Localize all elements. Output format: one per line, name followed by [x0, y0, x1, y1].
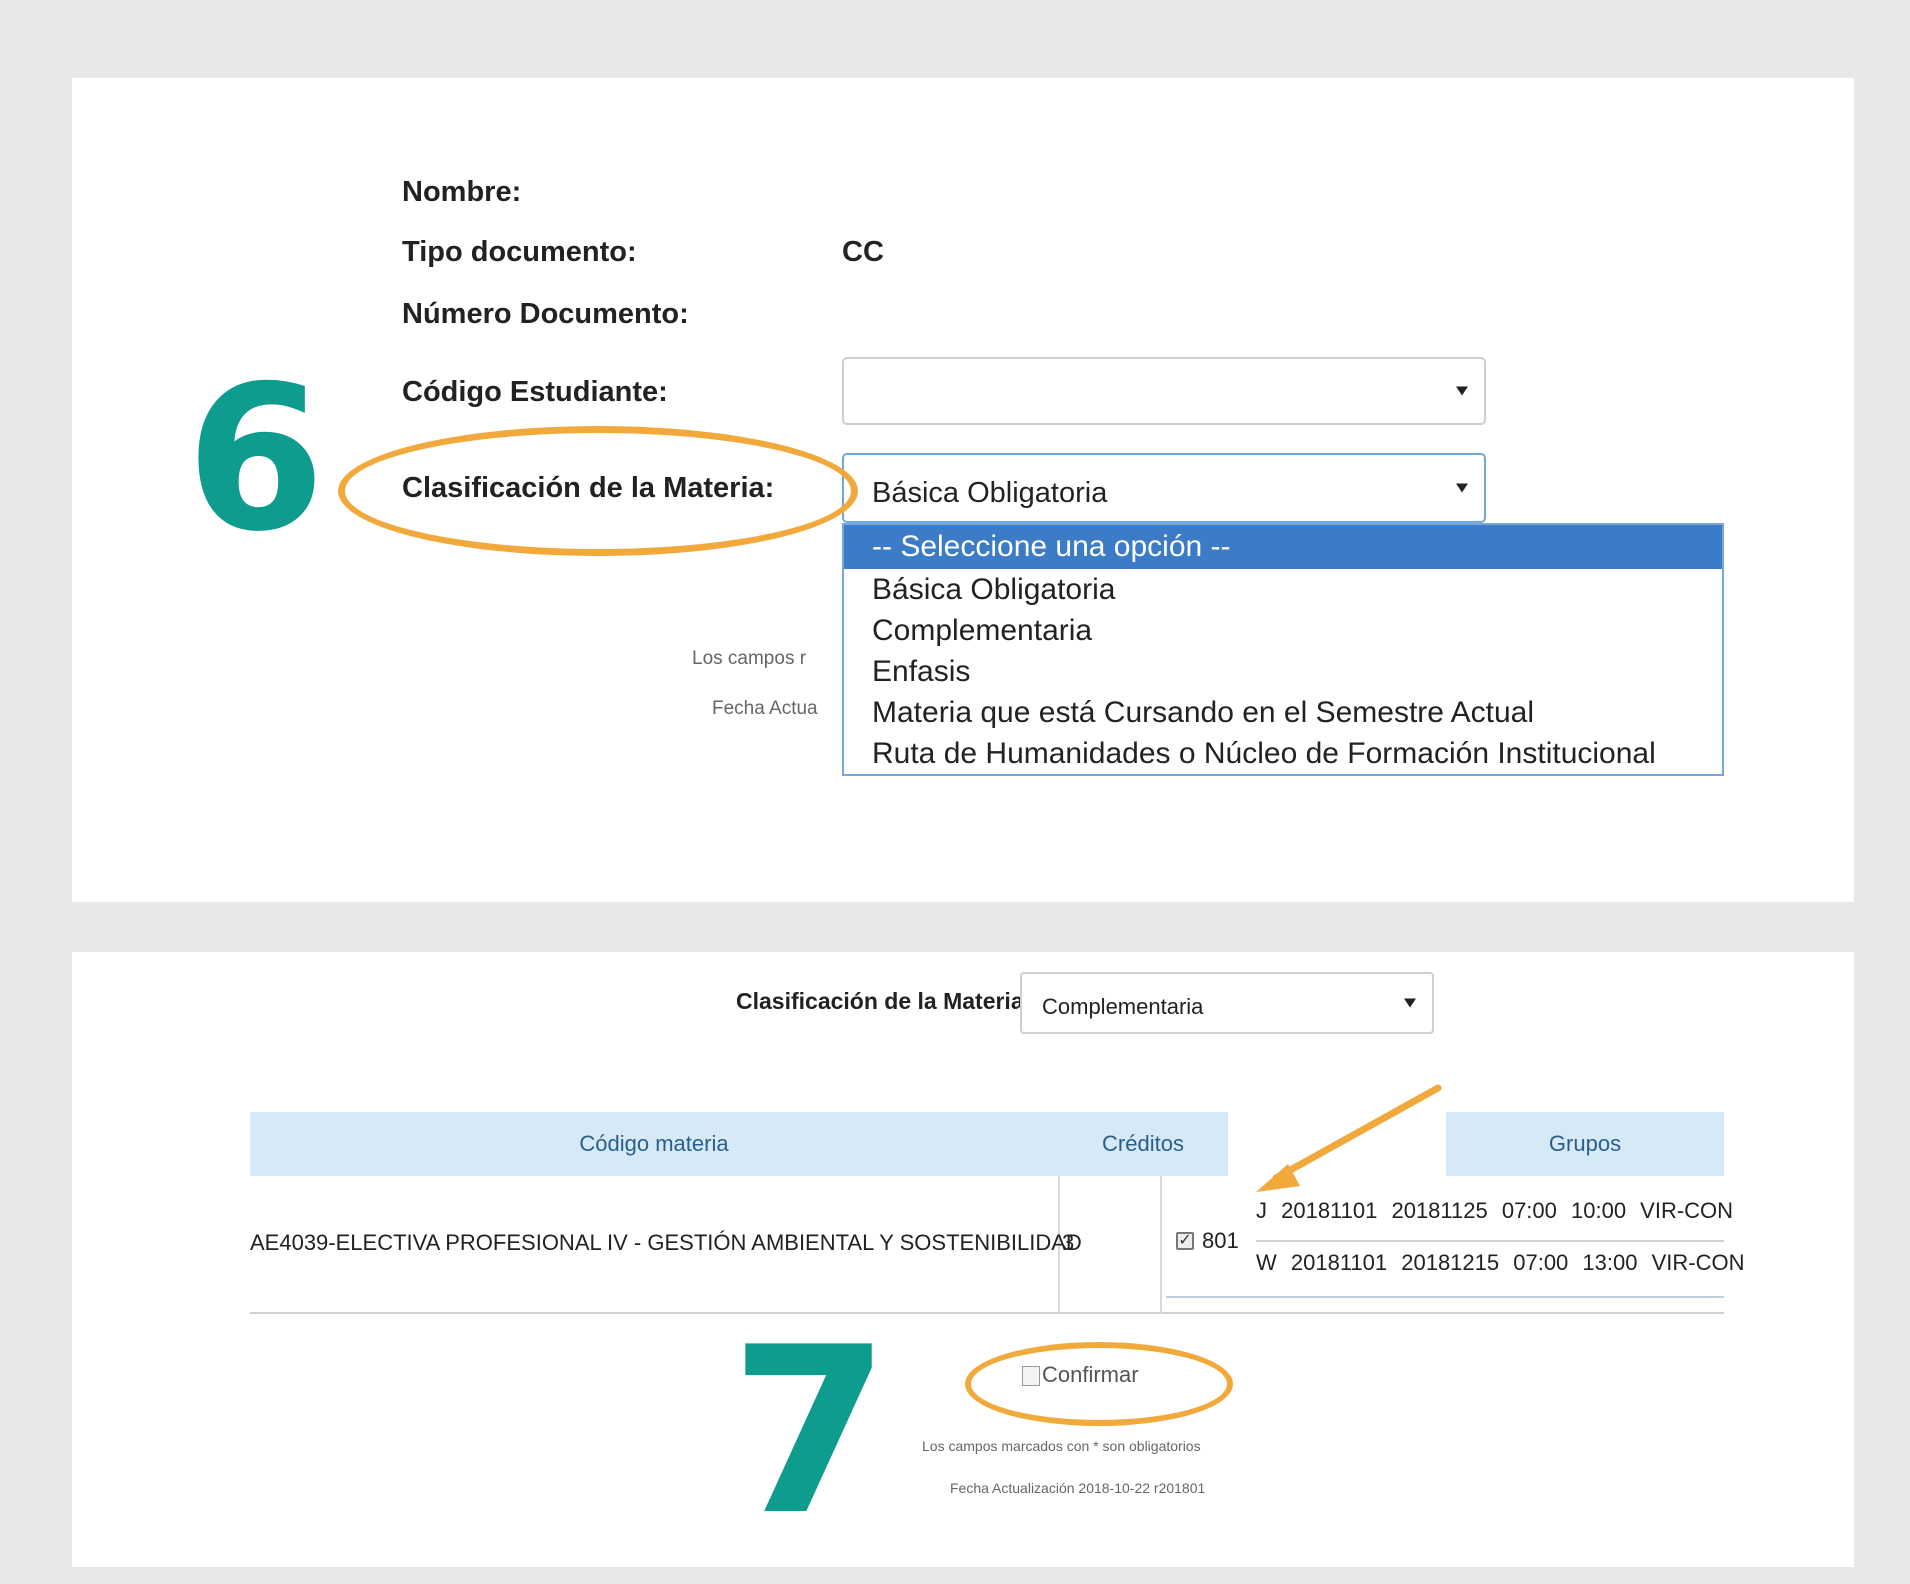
dropdown-option-materia-cursando[interactable]: Materia que está Cursando en el Semestre… — [844, 692, 1722, 733]
numero-documento-label: Número Documento: — [402, 298, 689, 330]
dropdown-option-ruta-humanidades[interactable]: Ruta de Humanidades o Núcleo de Formació… — [844, 733, 1722, 774]
chevron-down-icon — [1404, 998, 1416, 1008]
tipo-documento-label: Tipo documento: — [402, 236, 637, 268]
cell-creditos: 3 — [1062, 1230, 1075, 1255]
schedule-divider — [1256, 1240, 1724, 1242]
column-header-grupos: Grupos — [1446, 1112, 1724, 1176]
update-date-note-partial: Fecha Actua — [712, 698, 818, 719]
step-number-7: 7 — [730, 1299, 891, 1566]
column-header-codigo: Código materia — [250, 1112, 1058, 1176]
clasificacion-select[interactable]: Básica Obligatoria — [842, 453, 1486, 523]
cell-codigo-materia: AE4039-ELECTIVA PROFESIONAL IV - GESTIÓN… — [250, 1230, 1082, 1255]
step-number-6: 6 — [186, 343, 326, 576]
schedule-row: W 20181101 20181215 07:00 13:00 VIR-CON — [1256, 1250, 1745, 1275]
dropdown-option-placeholder[interactable]: -- Seleccione una opción -- — [844, 525, 1722, 569]
highlight-ellipse-clasificacion — [338, 426, 858, 556]
clasificacion-select-2[interactable]: Complementaria — [1020, 972, 1434, 1034]
nombre-label: Nombre: — [402, 176, 522, 208]
highlight-ellipse-confirmar — [965, 1342, 1233, 1426]
group-id: 801 — [1202, 1228, 1239, 1253]
clasificacion-label-2: Clasificación de la Materia: — [736, 988, 1032, 1014]
group-divider — [1166, 1296, 1724, 1298]
dropdown-option-basica[interactable]: Básica Obligatoria — [844, 569, 1722, 610]
update-date-note: Fecha Actualización 2018-10-22 r201801 — [950, 1480, 1206, 1496]
group-checkbox[interactable]: ✓ — [1176, 1232, 1194, 1250]
codigo-estudiante-label: Código Estudiante: — [402, 376, 668, 408]
pointer-arrow-icon — [1256, 1084, 1442, 1192]
clasificacion-select-value: Básica Obligatoria — [872, 477, 1108, 509]
chevron-down-icon — [1456, 483, 1468, 493]
clasificacion-dropdown-list: -- Seleccione una opción -- Básica Oblig… — [842, 523, 1724, 776]
column-header-creditos: Créditos — [1058, 1112, 1228, 1176]
dropdown-option-enfasis[interactable]: Enfasis — [844, 651, 1722, 692]
tipo-documento-value: CC — [842, 236, 884, 268]
dropdown-option-complementaria[interactable]: Complementaria — [844, 610, 1722, 651]
clasificacion-select-2-value: Complementaria — [1042, 994, 1204, 1019]
codigo-estudiante-select[interactable] — [842, 357, 1486, 425]
required-fields-note: Los campos marcados con * son obligatori… — [922, 1438, 1201, 1454]
required-fields-note-partial: Los campos r — [692, 648, 807, 669]
column-divider — [1160, 1176, 1162, 1314]
table-row: AE4039-ELECTIVA PROFESIONAL IV - GESTIÓN… — [250, 1176, 1744, 1314]
chevron-down-icon — [1456, 386, 1468, 396]
